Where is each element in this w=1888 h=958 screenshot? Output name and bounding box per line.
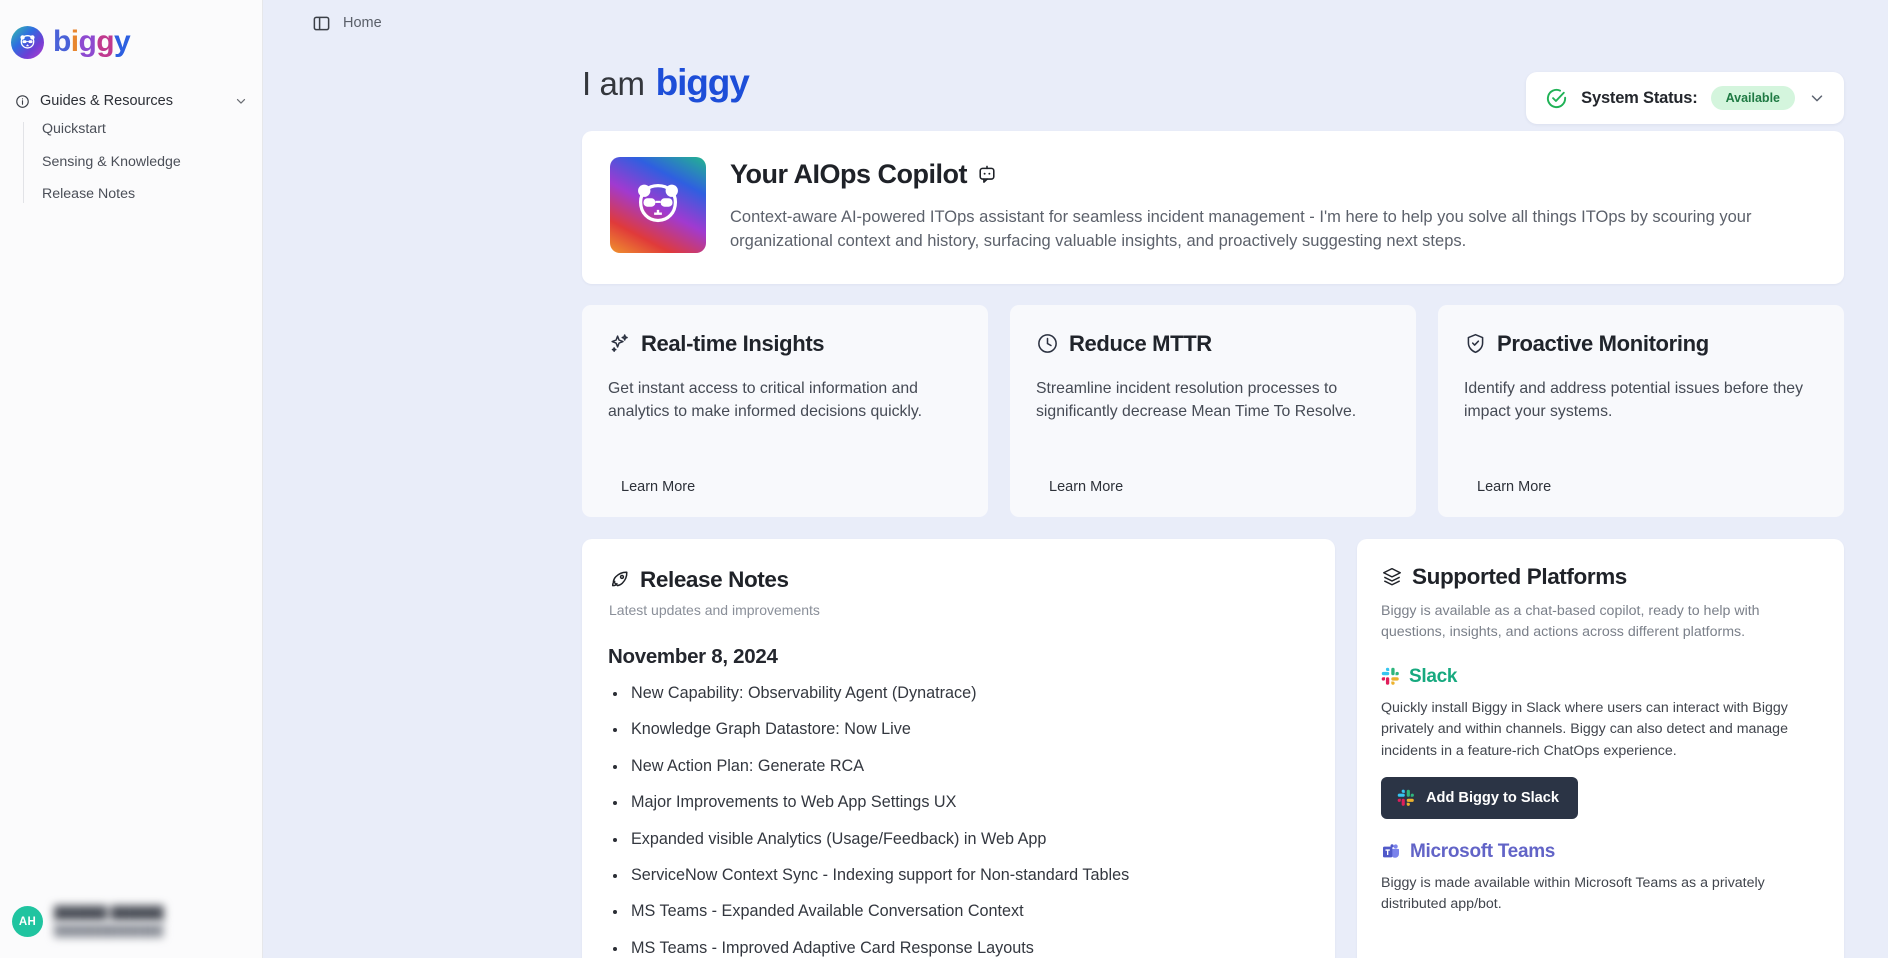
biggy-panda-avatar-icon [610, 157, 706, 253]
sparkles-icon [608, 332, 631, 355]
feature-card-reduce-mttr: Reduce MTTR Streamline incident resoluti… [1010, 305, 1416, 517]
layers-icon [1381, 566, 1403, 588]
avatar: AH [12, 906, 43, 937]
release-notes-subtitle: Latest updates and improvements [608, 602, 1305, 618]
sidebar-subnav: Quickstart Sensing & Knowledge Release N… [23, 122, 262, 203]
feature-card-title: Reduce MTTR [1069, 331, 1212, 357]
brand-letter: i [71, 27, 79, 57]
feature-card-realtime-insights: Real-time Insights Get instant access to… [582, 305, 988, 517]
add-biggy-to-slack-button[interactable]: Add Biggy to Slack [1381, 777, 1578, 819]
feature-cards-row: Real-time Insights Get instant access to… [582, 305, 1844, 517]
page-title-prefix: I am [582, 65, 645, 103]
sidebar-item-release-notes[interactable]: Release Notes [42, 187, 262, 203]
brand-letter: y [114, 27, 130, 57]
page-content: I am biggy System Status: Available [263, 46, 1888, 958]
system-status-widget[interactable]: System Status: Available [1526, 72, 1844, 124]
learn-more-link[interactable]: Learn More [1036, 479, 1390, 495]
sidebar-group-guides-resources[interactable]: Guides & Resources [0, 86, 262, 116]
list-item: Knowledge Graph Datastore: Now Live [608, 720, 1305, 739]
platform-teams-title-row: Microsoft Teams [1381, 841, 1818, 863]
brand-letter: b [53, 27, 71, 57]
feature-card-head: Proactive Monitoring [1464, 331, 1818, 357]
learn-more-link[interactable]: Learn More [608, 479, 962, 495]
supported-platforms-head: Supported Platforms [1381, 564, 1818, 590]
feature-card-title: Real-time Insights [641, 331, 824, 357]
platform-slack-title-row: Slack [1381, 666, 1818, 688]
user-account-block[interactable]: AH ██████ ██████ ██████████████ [0, 906, 262, 958]
list-item: MS Teams - Expanded Available Conversati… [608, 902, 1305, 921]
learn-more-link[interactable]: Learn More [1464, 479, 1818, 495]
list-item: New Action Plan: Generate RCA [608, 757, 1305, 776]
system-status-label: System Status: [1581, 89, 1697, 108]
platform-teams-name: Microsoft Teams [1410, 841, 1555, 863]
feature-card-head: Real-time Insights [608, 331, 962, 357]
platform-slack-description: Quickly install Biggy in Slack where use… [1381, 698, 1818, 762]
list-item: MS Teams - Improved Adaptive Card Respon… [608, 939, 1305, 958]
sidebar-item-sensing-knowledge[interactable]: Sensing & Knowledge [42, 155, 262, 171]
platform-slack: Slack Quickly install Biggy in Slack whe… [1381, 666, 1818, 819]
add-biggy-to-slack-label: Add Biggy to Slack [1426, 790, 1559, 806]
hero-body: Your AIOps Copilot [730, 157, 1816, 254]
chevron-down-icon[interactable] [1808, 89, 1826, 107]
hero-card: Your AIOps Copilot [582, 131, 1844, 284]
info-circle-icon [14, 93, 30, 109]
breadcrumb[interactable]: Home [343, 15, 382, 31]
brand-letter: g [78, 27, 96, 57]
feature-card-description: Identify and address potential issues be… [1464, 377, 1818, 424]
release-notes-head: Release Notes [608, 567, 1305, 593]
topbar: Home [263, 0, 1888, 46]
user-email: ██████████████ [54, 925, 164, 938]
release-notes-card: Release Notes Latest updates and improve… [582, 539, 1335, 958]
lower-row: Release Notes Latest updates and improve… [582, 539, 1844, 958]
cards-container: Your AIOps Copilot [263, 131, 1888, 958]
feature-card-description: Streamline incident resolution processes… [1036, 377, 1390, 424]
sidebar-item-quickstart[interactable]: Quickstart [42, 122, 262, 138]
supported-platforms-title: Supported Platforms [1412, 564, 1627, 590]
brand-wordmark: biggy [53, 27, 130, 57]
hero-title-row: Your AIOps Copilot [730, 159, 1816, 190]
list-item: Expanded visible Analytics (Usage/Feedba… [608, 830, 1305, 849]
clock-icon [1036, 332, 1059, 355]
list-item: ServiceNow Context Sync - Indexing suppo… [608, 866, 1305, 885]
biggy-panda-logo-icon [11, 26, 44, 59]
sidebar-group-label: Guides & Resources [40, 93, 224, 109]
platform-teams-description: Biggy is made available within Microsoft… [1381, 873, 1818, 916]
release-notes-list: New Capability: Observability Agent (Dyn… [608, 684, 1305, 958]
list-item: Major Improvements to Web App Settings U… [608, 793, 1305, 812]
slack-icon [1381, 667, 1400, 686]
status-badge: Available [1711, 86, 1795, 110]
user-info: ██████ ██████ ██████████████ [54, 906, 164, 938]
microsoft-teams-icon [1381, 842, 1401, 862]
sidebar-panel-toggle-icon[interactable] [312, 14, 331, 33]
check-circle-icon [1545, 87, 1568, 110]
rocket-icon [608, 568, 631, 591]
feature-card-head: Reduce MTTR [1036, 331, 1390, 357]
app-root: biggy Guides & Resources [0, 0, 1888, 958]
slack-icon [1397, 789, 1415, 807]
release-notes-title: Release Notes [640, 567, 789, 593]
platform-microsoft-teams: Microsoft Teams Biggy is made available … [1381, 841, 1818, 916]
list-item: New Capability: Observability Agent (Dyn… [608, 684, 1305, 703]
brand-logo[interactable]: biggy [0, 0, 262, 62]
feature-card-proactive-monitoring: Proactive Monitoring Identify and addres… [1438, 305, 1844, 517]
sidebar-nav: Guides & Resources Quickstart Sensing & … [0, 86, 262, 203]
chevron-down-icon[interactable] [234, 94, 248, 108]
platform-slack-name: Slack [1409, 666, 1457, 688]
page-title-brand: biggy [656, 62, 749, 104]
supported-platforms-card: Supported Platforms Biggy is available a… [1357, 539, 1844, 958]
hero-title: Your AIOps Copilot [730, 159, 967, 190]
main-content: Home I am biggy System Status: Available [263, 0, 1888, 958]
shield-check-icon [1464, 332, 1487, 355]
bot-chat-icon [976, 164, 998, 186]
release-notes-date: November 8, 2024 [608, 645, 1305, 669]
feature-card-description: Get instant access to critical informati… [608, 377, 962, 424]
user-name: ██████ ██████ [54, 906, 164, 920]
hero-description: Context-aware AI-powered ITOps assistant… [730, 205, 1816, 254]
feature-card-title: Proactive Monitoring [1497, 331, 1709, 357]
sidebar: biggy Guides & Resources [0, 0, 263, 958]
supported-platforms-intro: Biggy is available as a chat-based copil… [1381, 601, 1818, 644]
brand-letter: g [96, 27, 114, 57]
